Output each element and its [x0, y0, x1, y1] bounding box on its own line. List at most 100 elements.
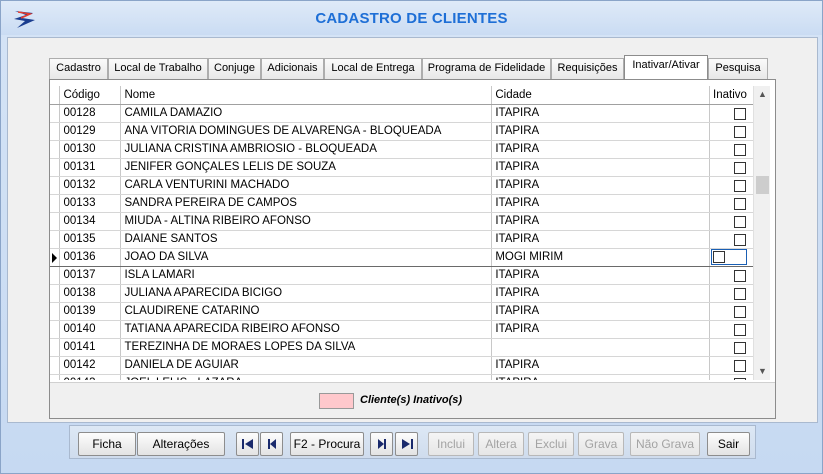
- tab-local-de-entrega[interactable]: Local de Entrega: [324, 58, 422, 79]
- cell-cidade[interactable]: ITAPIRA: [491, 122, 711, 141]
- tab-inativar-ativar[interactable]: Inativar/Ativar: [624, 55, 708, 79]
- table-row[interactable]: 00133 SANDRA PEREIRA DE CAMPOS ITAPIRA: [50, 194, 770, 213]
- ficha-button[interactable]: Ficha: [78, 432, 136, 456]
- cell-nome[interactable]: CAMILA DAMAZIO: [120, 104, 493, 123]
- inativo-checkbox[interactable]: [733, 324, 746, 336]
- table-row[interactable]: 00141 TEREZINHA DE MORAES LOPES DA SILVA: [50, 338, 770, 357]
- cell-codigo[interactable]: 00135: [59, 230, 122, 249]
- cell-nome[interactable]: JULIANA CRISTINA AMBRIOSIO - BLOQUEADA: [120, 140, 493, 159]
- inativo-checkbox[interactable]: [733, 126, 746, 138]
- cell-cidade[interactable]: ITAPIRA: [491, 212, 711, 231]
- next-record-button[interactable]: [370, 432, 393, 456]
- cell-codigo[interactable]: 00143: [59, 374, 122, 380]
- tab-requisicoes[interactable]: Requisições: [551, 58, 624, 79]
- cell-cidade[interactable]: ITAPIRA: [491, 266, 711, 285]
- inativo-checkbox[interactable]: [713, 251, 726, 263]
- sair-button[interactable]: Sair: [707, 432, 750, 456]
- cell-codigo[interactable]: 00138: [59, 284, 122, 303]
- cell-nome[interactable]: MIUDA - ALTINA RIBEIRO AFONSO: [120, 212, 493, 231]
- cell-cidade[interactable]: ITAPIRA: [491, 356, 711, 375]
- inativo-checkbox[interactable]: [733, 342, 746, 354]
- cell-codigo[interactable]: 00137: [59, 266, 122, 285]
- cell-nome[interactable]: ISLA LAMARI: [120, 266, 493, 285]
- inativo-checkbox[interactable]: [733, 108, 746, 120]
- cell-cidade[interactable]: ITAPIRA: [491, 302, 711, 321]
- first-record-button[interactable]: [236, 432, 259, 456]
- cell-cidade[interactable]: ITAPIRA: [491, 104, 711, 123]
- cell-cidade[interactable]: ITAPIRA: [491, 176, 711, 195]
- inativo-checkbox[interactable]: [733, 162, 746, 174]
- cell-cidade[interactable]: ITAPIRA: [491, 374, 711, 380]
- procura-button[interactable]: F2 - Procura: [290, 432, 364, 456]
- scroll-down-icon[interactable]: ▼: [754, 363, 771, 380]
- previous-record-button[interactable]: [260, 432, 283, 456]
- column-header-nome[interactable]: Nome: [120, 86, 493, 105]
- scroll-up-icon[interactable]: ▲: [754, 86, 771, 103]
- cell-codigo[interactable]: 00140: [59, 320, 122, 339]
- vertical-scrollbar[interactable]: ▲ ▼: [753, 86, 770, 380]
- inativo-checkbox[interactable]: [733, 360, 746, 372]
- cell-codigo[interactable]: 00142: [59, 356, 122, 375]
- scroll-thumb[interactable]: [756, 176, 769, 194]
- cell-cidade[interactable]: ITAPIRA: [491, 140, 711, 159]
- cell-nome[interactable]: DANIELA DE AGUIAR: [120, 356, 493, 375]
- tab-local-de-trabalho[interactable]: Local de Trabalho: [108, 58, 208, 79]
- inativo-checkbox[interactable]: [733, 270, 746, 282]
- cell-nome[interactable]: JOAO DA SILVA: [120, 247, 493, 267]
- inativo-checkbox[interactable]: [733, 198, 746, 210]
- exclui-button[interactable]: Exclui: [528, 432, 574, 456]
- alteracoes-button[interactable]: Alterações: [137, 432, 225, 456]
- table-row[interactable]: 00142 DANIELA DE AGUIAR ITAPIRA: [50, 356, 770, 375]
- cell-codigo[interactable]: 00133: [59, 194, 122, 213]
- cell-nome[interactable]: CARLA VENTURINI MACHADO: [120, 176, 493, 195]
- column-header-codigo[interactable]: Código: [59, 86, 122, 105]
- tab-pesquisa[interactable]: Pesquisa: [708, 58, 768, 79]
- table-row[interactable]: 00135 DAIANE SANTOS ITAPIRA: [50, 230, 770, 249]
- inclui-button[interactable]: Inclui: [428, 432, 474, 456]
- nao-grava-button[interactable]: Não Grava: [630, 432, 700, 456]
- inativo-checkbox[interactable]: [733, 234, 746, 246]
- inativo-checkbox[interactable]: [733, 144, 746, 156]
- cell-cidade[interactable]: MOGI MIRIM: [491, 247, 711, 267]
- table-row[interactable]: 00143JOEL LELIS - LAZARAITAPIRA: [50, 374, 770, 380]
- cell-codigo[interactable]: 00131: [59, 158, 122, 177]
- inativo-checkbox[interactable]: [733, 288, 746, 300]
- cell-codigo[interactable]: 00134: [59, 212, 122, 231]
- column-header-cidade[interactable]: Cidade: [491, 86, 711, 105]
- table-row[interactable]: 00137 ISLA LAMARI ITAPIRA: [50, 266, 770, 285]
- cell-codigo[interactable]: 00132: [59, 176, 122, 195]
- cell-nome[interactable]: JOEL LELIS - LAZARA: [120, 374, 493, 380]
- cell-nome[interactable]: CLAUDIRENE CATARINO: [120, 302, 493, 321]
- inativo-checkbox[interactable]: [733, 180, 746, 192]
- inativo-checkbox[interactable]: [733, 216, 746, 228]
- inativo-checkbox[interactable]: [733, 378, 746, 380]
- table-row[interactable]: 00131 JENIFER GONÇALES LELIS DE SOUZA ITAP…: [50, 158, 770, 177]
- cell-nome[interactable]: DAIANE SANTOS: [120, 230, 493, 249]
- cell-codigo[interactable]: 00139: [59, 302, 122, 321]
- inativo-checkbox[interactable]: [733, 306, 746, 318]
- cell-codigo[interactable]: 00136: [59, 247, 122, 267]
- table-row[interactable]: 00139 CLAUDIRENE CATARINO ITAPIRA: [50, 302, 770, 321]
- cell-nome[interactable]: JULIANA APARECIDA BICIGO: [120, 284, 493, 303]
- table-row[interactable]: 00136 JOAO DA SILVA MOGI MIRIM: [50, 247, 770, 267]
- cell-cidade[interactable]: ITAPIRA: [491, 230, 711, 249]
- cell-nome[interactable]: TATIANA APARECIDA RIBEIRO AFONSO: [120, 320, 493, 339]
- grava-button[interactable]: Grava: [578, 432, 624, 456]
- cell-cidade[interactable]: ITAPIRA: [491, 320, 711, 339]
- cell-nome[interactable]: TEREZINHA DE MORAES LOPES DA SILVA: [120, 338, 493, 357]
- cell-cidade[interactable]: ITAPIRA: [491, 284, 711, 303]
- tab-adicionais[interactable]: Adicionais: [261, 58, 324, 79]
- cell-nome[interactable]: ANA VITORIA DOMINGUES DE ALVARENGA - BLO…: [120, 122, 493, 141]
- table-row[interactable]: 00129 ANA VITORIA DOMINGUES DE ALVARENGA …: [50, 122, 770, 141]
- cell-codigo[interactable]: 00130: [59, 140, 122, 159]
- table-row[interactable]: 00128 CAMILA DAMAZIO ITAPIRA: [50, 104, 770, 123]
- tab-conjuge[interactable]: Conjuge: [208, 58, 261, 79]
- cell-nome[interactable]: JENIFER GONÇALES LELIS DE SOUZA: [120, 158, 493, 177]
- table-row[interactable]: 00134 MIUDA - ALTINA RIBEIRO AFONSO ITAPIR…: [50, 212, 770, 231]
- tab-programa-de-fidelidade[interactable]: Programa de Fidelidade: [422, 58, 551, 79]
- altera-button[interactable]: Altera: [478, 432, 524, 456]
- cell-codigo[interactable]: 00141: [59, 338, 122, 357]
- table-row[interactable]: 00140 TATIANA APARECIDA RIBEIRO AFONSO ITA…: [50, 320, 770, 339]
- table-row[interactable]: 00138 JULIANA APARECIDA BICIGO ITAPIRA: [50, 284, 770, 303]
- cell-cidade[interactable]: ITAPIRA: [491, 194, 711, 213]
